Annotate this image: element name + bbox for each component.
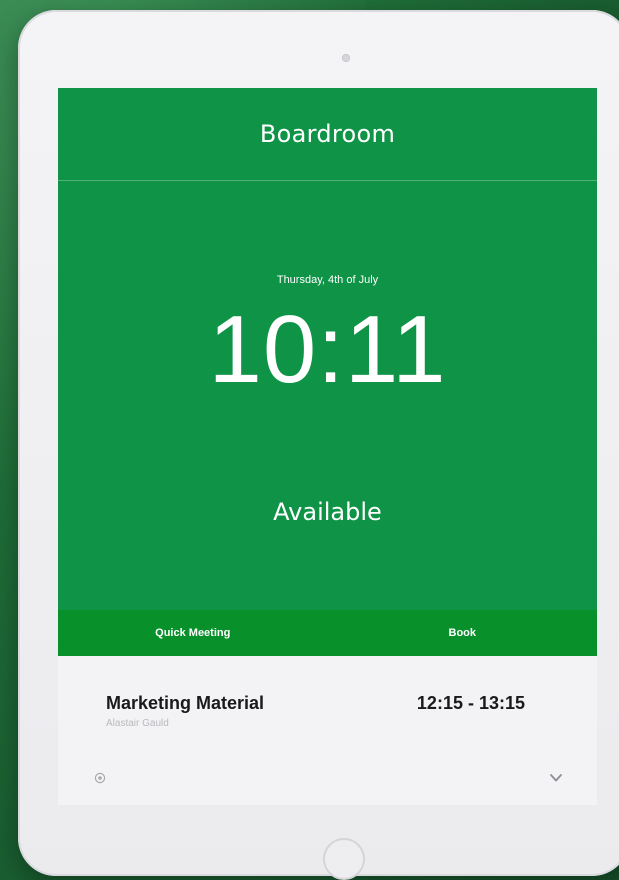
meeting-organizer: Alastair Gauld [106,718,169,729]
book-button[interactable]: Book [328,610,598,656]
chevron-down-icon[interactable] [549,772,563,784]
availability-status: Available [273,498,382,526]
room-header: Boardroom [58,88,597,181]
current-time: 10:11 [208,296,447,403]
room-display-screen: Boardroom Thursday, 4th of July 10:11 Av… [58,88,597,805]
gear-icon[interactable] [94,772,106,784]
camera-dot [342,54,350,62]
home-button[interactable] [323,838,365,880]
action-bar: Quick Meeting Book [58,610,597,656]
meeting-time-range: 12:15 - 13:15 [416,693,525,713]
quick-meeting-button[interactable]: Quick Meeting [58,610,328,656]
next-meeting-panel: Marketing Material Alastair Gauld 12:15 … [58,656,597,805]
meeting-title: Marketing Material [106,693,265,713]
room-name: Boardroom [259,120,396,148]
current-date: Thursday, 4th of July [276,274,379,286]
